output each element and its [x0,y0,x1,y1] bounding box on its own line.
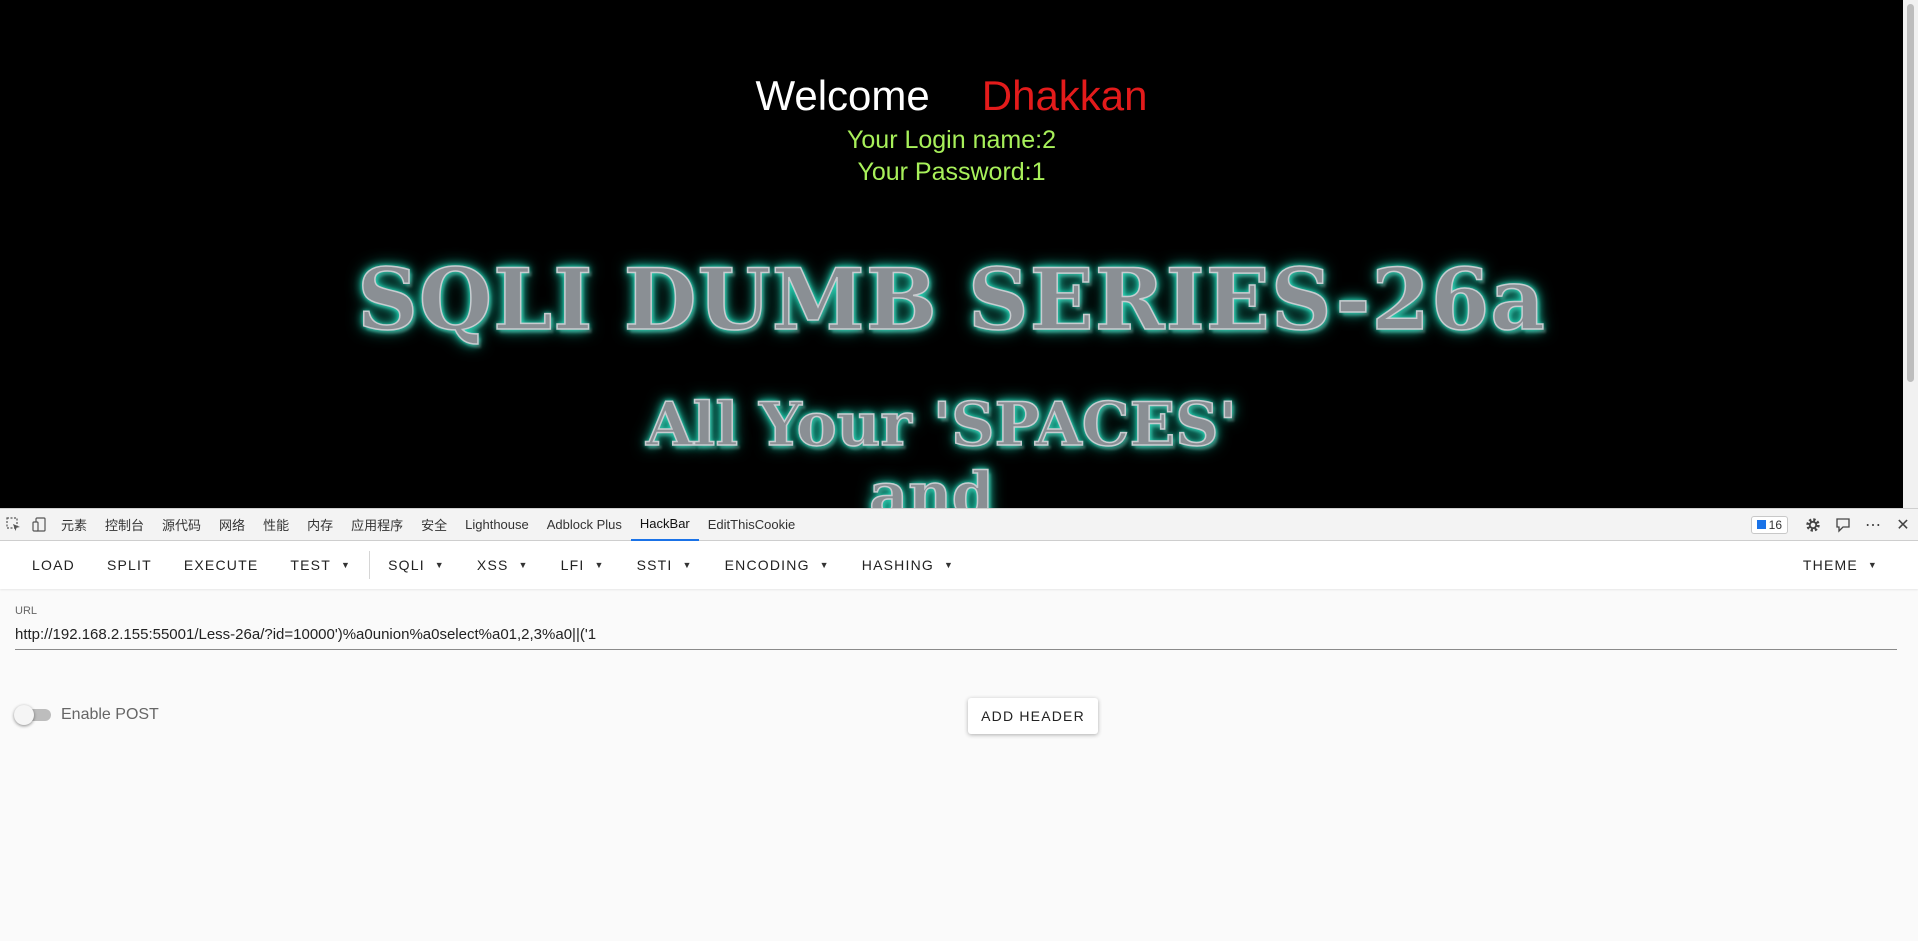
toggle-knob [14,705,34,725]
feedback-icon[interactable] [1828,508,1858,541]
ssti-menu-button[interactable]: SSTI ▼ [621,547,709,583]
hackbar-toolbar: LOAD SPLIT EXECUTE TEST ▼ SQLI ▼ XSS ▼ LFI ▼… [0,541,1918,589]
banner-subtitle: All Your 'SPACES' [645,389,1237,461]
chevron-down-icon: ▼ [434,560,445,570]
tab-memory[interactable]: 内存 [298,508,342,541]
devtools-tabbar: 元素 控制台 源代码 网络 性能 内存 应用程序 安全 Lighthouse A… [0,508,1918,541]
chevron-down-icon: ▼ [943,560,955,570]
lfi-label: LFI [560,557,585,573]
chevron-down-icon: ▼ [819,560,830,570]
welcome-label: Welcome [755,72,930,119]
issue-flag-icon [1756,520,1766,529]
url-label: URL [15,605,38,617]
split-button[interactable]: SPLIT [91,547,168,583]
chevron-down-icon: ▼ [1867,560,1878,570]
execute-button[interactable]: EXECUTE [168,547,275,583]
hashing-menu-button[interactable]: HASHING ▼ [846,547,970,583]
sqli-label: SQLI [388,557,425,573]
hashing-label: HASHING [861,557,934,573]
execute-label: EXECUTE [183,557,259,573]
tab-console[interactable]: 控制台 [96,508,153,541]
more-icon[interactable]: ⋯ [1858,508,1888,541]
tab-performance[interactable]: 性能 [254,508,298,541]
tab-lighthouse[interactable]: Lighthouse [456,508,538,541]
test-menu-button[interactable]: TEST ▼ [274,547,367,583]
theme-menu-button[interactable]: THEME ▼ [1787,547,1894,583]
load-label: LOAD [32,557,75,573]
encoding-menu-button[interactable]: ENCODING ▼ [709,547,846,583]
split-label: SPLIT [106,557,152,573]
tab-adblock-plus[interactable]: Adblock Plus [538,508,631,541]
xss-menu-button[interactable]: XSS ▼ [461,547,545,583]
tab-editthiscookie[interactable]: EditThisCookie [699,508,804,541]
tab-elements[interactable]: 元素 [52,508,96,541]
add-header-button[interactable]: ADD HEADER [968,698,1098,734]
toolbar-divider [369,551,371,579]
encoding-label: ENCODING [724,557,810,573]
banner-subtitle-2: and [869,459,995,508]
chevron-down-icon: ▼ [594,560,605,570]
url-input[interactable] [15,620,1897,650]
close-icon[interactable]: ✕ [1888,508,1918,541]
lfi-menu-button[interactable]: LFI ▼ [545,547,621,583]
login-name-text: Your Login name:2 [847,126,1056,154]
issues-count: 16 [1768,517,1782,532]
tab-application[interactable]: 应用程序 [342,508,412,541]
tab-sources[interactable]: 源代码 [153,508,210,541]
banner-title: SQLI DUMB SERIES-26a [357,249,1546,350]
inspect-icon[interactable] [0,508,26,541]
scrollbar-thumb[interactable] [1907,4,1914,382]
enable-post-toggle[interactable] [14,705,54,725]
tab-security[interactable]: 安全 [412,508,456,541]
tab-network[interactable]: 网络 [210,508,254,541]
chevron-down-icon: ▼ [518,560,529,570]
page-viewport: Welcome Dhakkan Your Login name:2 Your Pa… [0,0,1918,508]
settings-icon[interactable] [1798,508,1828,541]
theme-label: THEME [1802,557,1858,573]
load-button[interactable]: LOAD [16,547,91,583]
password-text: Your Password:1 [857,158,1046,186]
chevron-down-icon: ▼ [340,560,352,570]
sqli-menu-button[interactable]: SQLI ▼ [372,547,461,583]
devtools-right-controls: 16 ⋯ ✕ [1750,508,1918,541]
ssti-label: SSTI [636,557,673,573]
tab-hackbar[interactable]: HackBar [630,508,699,541]
device-toggle-icon[interactable] [26,508,52,541]
xss-label: XSS [476,557,509,573]
chevron-down-icon: ▼ [682,560,693,570]
welcome-username: Dhakkan [981,72,1148,119]
page-scrollbar[interactable] [1903,0,1918,508]
welcome-heading: Welcome Dhakkan [0,72,1903,120]
test-label: TEST [290,557,331,573]
enable-post-label: Enable POST [61,706,159,723]
issues-badge[interactable]: 16 [1750,515,1788,534]
